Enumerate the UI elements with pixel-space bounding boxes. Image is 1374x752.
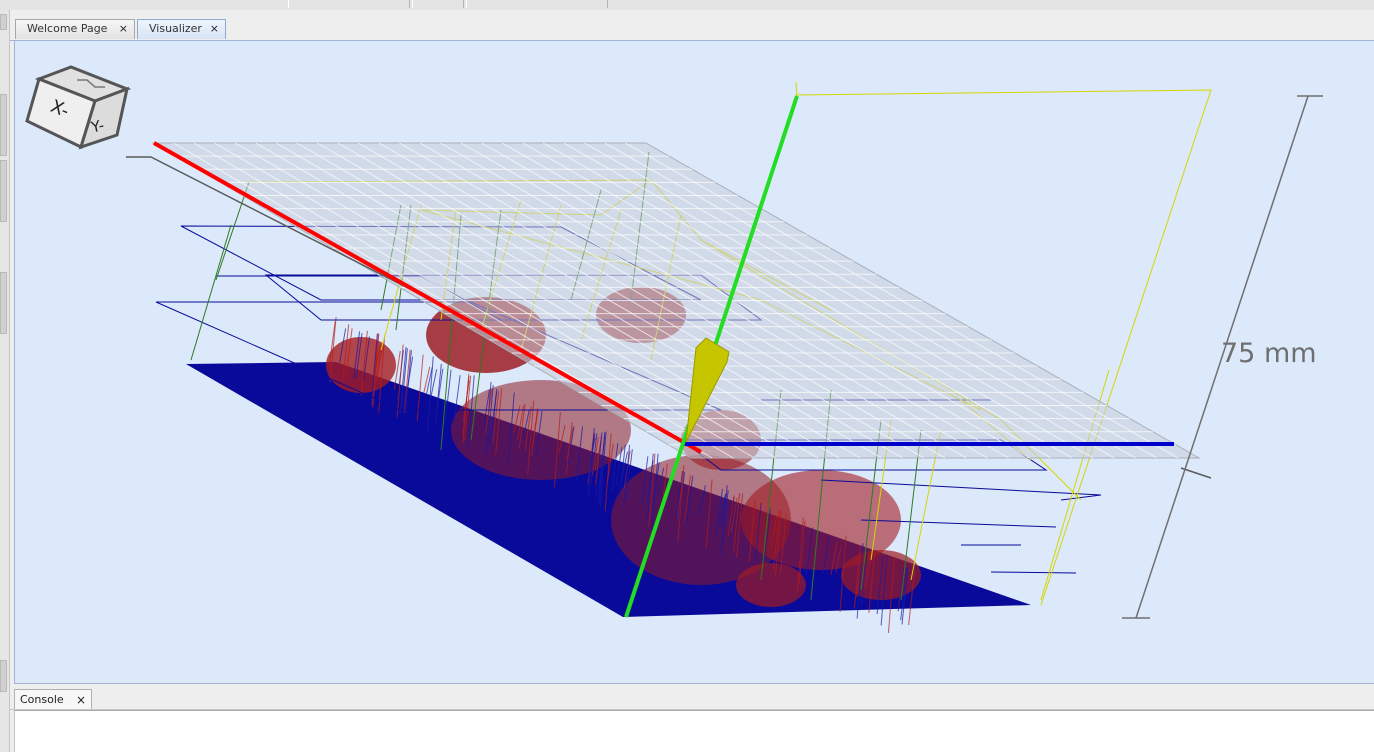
close-icon[interactable]: × — [76, 690, 86, 710]
toolbar-group[interactable] — [288, 0, 410, 8]
side-panel-handle[interactable] — [0, 272, 7, 334]
tab-visualizer[interactable]: Visualizer × — [137, 19, 226, 39]
editor-tab-bar: Welcome Page × Visualizer × — [10, 10, 1374, 41]
left-panel-strip — [0, 10, 10, 752]
side-panel-handle[interactable] — [0, 14, 7, 30]
tab-label: Welcome Page — [27, 22, 108, 35]
close-icon[interactable]: × — [210, 20, 219, 38]
view-cube-icon[interactable]: X- Y- — [25, 63, 135, 155]
output-tab-bar: Console × — [10, 689, 1374, 710]
tab-label: Visualizer — [149, 22, 202, 35]
dimension-label: 75 mm — [1221, 338, 1317, 369]
toolbar-group[interactable] — [412, 0, 464, 8]
toolpath-scene[interactable] — [15, 41, 1374, 684]
toolbar-group[interactable] — [466, 0, 608, 8]
console-output[interactable] — [14, 710, 1374, 752]
tab-label: Console — [20, 693, 64, 706]
visualizer-viewport[interactable]: X- Y- 75 mm — [14, 41, 1374, 684]
side-panel-handle[interactable] — [0, 160, 7, 222]
tab-welcome-page[interactable]: Welcome Page × — [15, 19, 135, 39]
tab-console[interactable]: Console × — [14, 689, 92, 709]
side-panel-handle[interactable] — [0, 94, 7, 156]
close-icon[interactable]: × — [119, 20, 128, 38]
side-panel-handle[interactable] — [0, 660, 7, 692]
